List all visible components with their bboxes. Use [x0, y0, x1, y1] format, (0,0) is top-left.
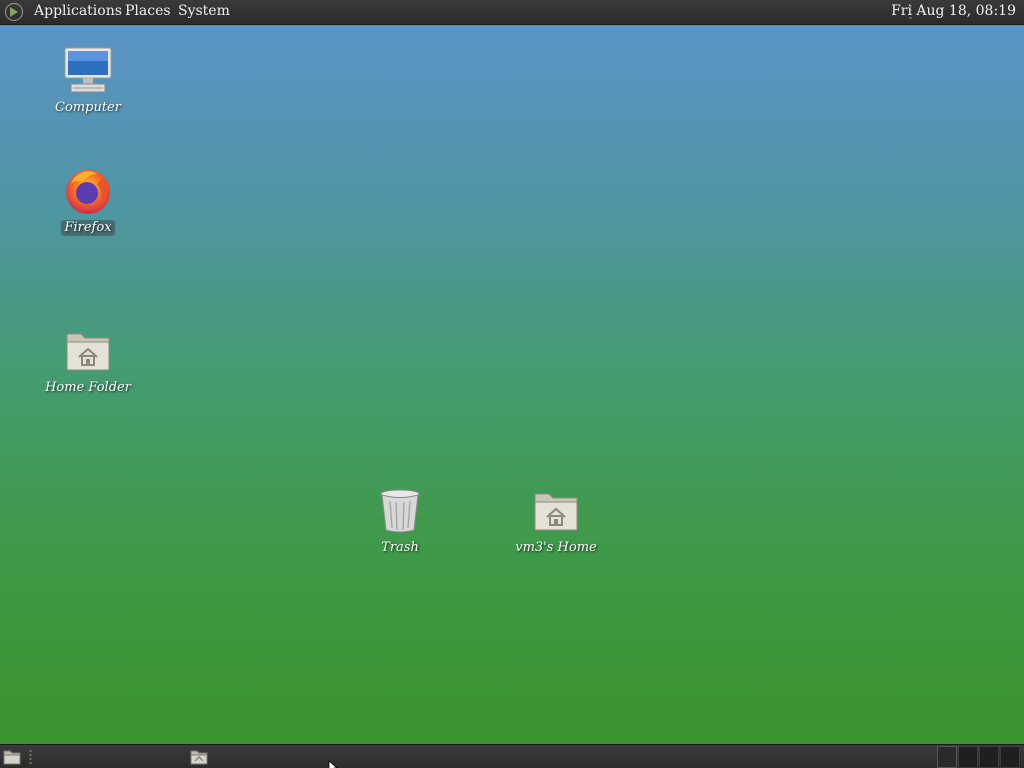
- computer-icon: [64, 47, 112, 93]
- places-menu[interactable]: Places: [125, 3, 171, 20]
- task-window-home-icon[interactable]: [190, 749, 208, 765]
- desktop-icon-home-folder[interactable]: Home Folder: [40, 326, 136, 396]
- desktop-icon-vm3-home[interactable]: vm3's Home: [508, 486, 604, 556]
- home-folder-icon: [534, 493, 578, 531]
- desktop-icon-firefox[interactable]: Firefox: [40, 166, 136, 236]
- clock[interactable]: Fri Aug 18, 08:19: [891, 3, 1016, 20]
- trash-icon: [380, 489, 420, 533]
- top-panel: Applications Places System Fri Aug 18, 0…: [0, 0, 1024, 25]
- desktop-icon-computer[interactable]: Computer: [40, 46, 136, 116]
- panel-grip: [29, 749, 32, 765]
- desktop[interactable]: Computer Firefox Home Folder Trash vm3's…: [0, 25, 1024, 744]
- applications-menu[interactable]: Applications: [34, 3, 122, 20]
- home-folder-icon: [66, 333, 110, 371]
- bottom-panel: [0, 744, 1024, 768]
- mate-logo-icon[interactable]: [3, 2, 25, 22]
- desktop-icon-label: Computer: [55, 100, 121, 115]
- desktop-icon-label: Trash: [381, 540, 419, 555]
- desktop-icon-label: Firefox: [61, 220, 115, 236]
- desktop-icon-trash[interactable]: Trash: [352, 486, 448, 556]
- show-desktop-icon[interactable]: [3, 749, 21, 765]
- workspace-switcher-4[interactable]: [1000, 746, 1020, 768]
- firefox-icon: [66, 170, 110, 214]
- system-menu[interactable]: System: [178, 3, 230, 20]
- mouse-cursor-icon: [328, 760, 338, 768]
- desktop-icon-label: Home Folder: [45, 380, 131, 395]
- workspace-switcher-3[interactable]: [979, 746, 999, 768]
- workspace-switcher-1[interactable]: [937, 746, 957, 768]
- desktop-icon-label: vm3's Home: [515, 540, 597, 555]
- workspace-switcher-2[interactable]: [958, 746, 978, 768]
